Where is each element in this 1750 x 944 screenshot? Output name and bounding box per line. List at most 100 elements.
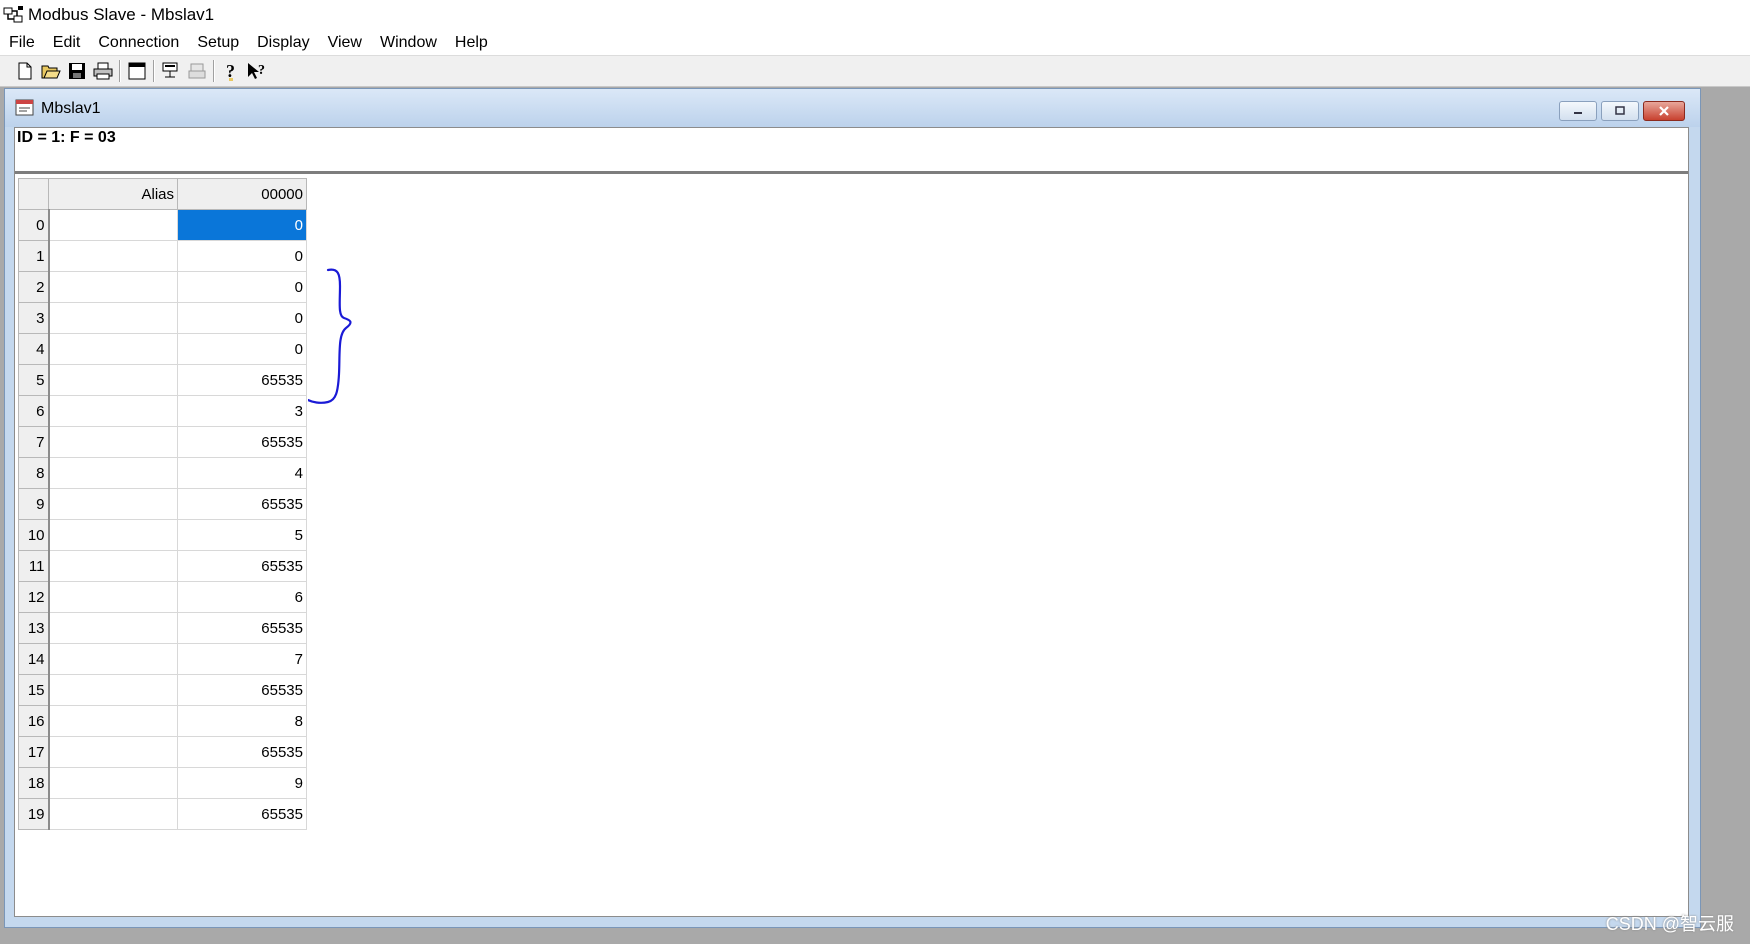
row-number[interactable]: 14 — [18, 643, 50, 675]
register-value-cell[interactable]: 65535 — [177, 550, 307, 582]
register-value-cell[interactable]: 65535 — [177, 798, 307, 830]
menu-connection[interactable]: Connection — [89, 34, 188, 52]
alias-cell[interactable] — [48, 457, 178, 489]
row-number[interactable]: 1 — [18, 240, 50, 272]
register-value-cell[interactable]: 65535 — [177, 674, 307, 706]
row-number[interactable]: 6 — [18, 395, 50, 427]
register-value-cell[interactable]: 65535 — [177, 612, 307, 644]
alias-cell[interactable] — [48, 333, 178, 365]
modbus-app-icon — [3, 4, 25, 26]
menu-edit[interactable]: Edit — [44, 34, 90, 52]
alias-cell[interactable] — [48, 271, 178, 303]
register-value-cell[interactable]: 0 — [177, 271, 307, 303]
row-number[interactable]: 4 — [18, 333, 50, 365]
alias-cell[interactable] — [48, 550, 178, 582]
register-value-cell[interactable]: 6 — [177, 581, 307, 613]
row-number[interactable]: 13 — [18, 612, 50, 644]
print-icon[interactable] — [90, 58, 116, 84]
alias-cell[interactable] — [48, 798, 178, 830]
toolbar-separator — [119, 60, 121, 82]
menu-view[interactable]: View — [319, 34, 371, 52]
menu-display[interactable]: Display — [248, 34, 318, 52]
row-number[interactable]: 16 — [18, 705, 50, 737]
register-value-cell[interactable]: 3 — [177, 395, 307, 427]
row-number[interactable]: 5 — [18, 364, 50, 396]
register-value-cell[interactable]: 7 — [177, 643, 307, 675]
register-value-cell[interactable]: 65535 — [177, 736, 307, 768]
connect-icon[interactable] — [158, 58, 184, 84]
register-value-cell[interactable]: 0 — [177, 240, 307, 272]
restore-button[interactable] — [1601, 101, 1639, 121]
menu-window[interactable]: Window — [371, 34, 446, 52]
alias-cell[interactable] — [48, 488, 178, 520]
row-number[interactable]: 3 — [18, 302, 50, 334]
row-number[interactable]: 7 — [18, 426, 50, 458]
register-value-cell[interactable]: 9 — [177, 767, 307, 799]
table-row: 20 — [18, 271, 307, 303]
register-value-cell[interactable]: 0 — [177, 302, 307, 334]
new-icon[interactable] — [12, 58, 38, 84]
table-row: 13 65535 — [18, 612, 307, 644]
alias-column-header[interactable]: Alias — [48, 178, 178, 210]
row-number[interactable]: 19 — [18, 798, 50, 830]
register-value-cell[interactable]: 65535 — [177, 364, 307, 396]
register-value-cell[interactable]: 0 — [177, 333, 307, 365]
row-number[interactable]: 12 — [18, 581, 50, 613]
app-title: Modbus Slave - Mbslav1 — [28, 5, 215, 24]
row-number[interactable]: 8 — [18, 457, 50, 489]
disconnect-icon[interactable] — [184, 58, 210, 84]
row-number[interactable]: 10 — [18, 519, 50, 551]
alias-cell[interactable] — [48, 736, 178, 768]
row-number[interactable]: 2 — [18, 271, 50, 303]
table-row: 10 — [18, 240, 307, 272]
alias-cell[interactable] — [48, 519, 178, 551]
mdi-workspace: Mbslav1 ID = 1: F = 03 Alias 00000 0 0 1… — [0, 88, 1750, 944]
row-number[interactable]: 18 — [18, 767, 50, 799]
register-value-cell[interactable]: 8 — [177, 705, 307, 737]
grid-corner-cell[interactable] — [18, 178, 49, 210]
alias-cell[interactable] — [48, 612, 178, 644]
alias-cell[interactable] — [48, 705, 178, 737]
minimize-button[interactable] — [1559, 101, 1597, 121]
menu-file[interactable]: File — [0, 34, 44, 52]
context-help-icon[interactable]: ? — [244, 58, 270, 84]
close-button[interactable] — [1643, 101, 1685, 121]
document-icon — [15, 99, 35, 117]
slave-info: ID = 1: F = 03 — [17, 129, 116, 146]
window-icon[interactable] — [124, 58, 150, 84]
register-value-cell[interactable]: 0 — [177, 209, 307, 241]
menu-setup[interactable]: Setup — [188, 34, 248, 52]
info-separator — [15, 171, 1688, 174]
address-column-header[interactable]: 00000 — [177, 178, 307, 210]
row-number[interactable]: 0 — [18, 209, 50, 241]
help-icon[interactable]: ? — [218, 58, 244, 84]
alias-cell[interactable] — [48, 364, 178, 396]
table-row: 63 — [18, 395, 307, 427]
table-row: 7 65535 — [18, 426, 307, 458]
alias-cell[interactable] — [48, 643, 178, 675]
child-titlebar[interactable]: Mbslav1 — [5, 89, 1700, 127]
register-value-cell[interactable]: 65535 — [177, 426, 307, 458]
alias-cell[interactable] — [48, 767, 178, 799]
menu-help[interactable]: Help — [446, 34, 497, 52]
row-number[interactable]: 11 — [18, 550, 50, 582]
register-value-cell[interactable]: 65535 — [177, 488, 307, 520]
register-value-cell[interactable]: 4 — [177, 457, 307, 489]
alias-cell[interactable] — [48, 302, 178, 334]
alias-cell[interactable] — [48, 674, 178, 706]
table-row: 15 65535 — [18, 674, 307, 706]
register-value-cell[interactable]: 5 — [177, 519, 307, 551]
alias-cell[interactable] — [48, 240, 178, 272]
alias-cell[interactable] — [48, 426, 178, 458]
row-number[interactable]: 9 — [18, 488, 50, 520]
mbslav1-child-window: Mbslav1 ID = 1: F = 03 Alias 00000 0 0 1… — [4, 88, 1701, 928]
table-row: 40 — [18, 333, 307, 365]
toolbar-separator — [213, 60, 215, 82]
save-icon[interactable] — [64, 58, 90, 84]
row-number[interactable]: 15 — [18, 674, 50, 706]
row-number[interactable]: 17 — [18, 736, 50, 768]
alias-cell[interactable] — [48, 395, 178, 427]
open-icon[interactable] — [38, 58, 64, 84]
alias-cell[interactable] — [48, 209, 178, 241]
alias-cell[interactable] — [48, 581, 178, 613]
